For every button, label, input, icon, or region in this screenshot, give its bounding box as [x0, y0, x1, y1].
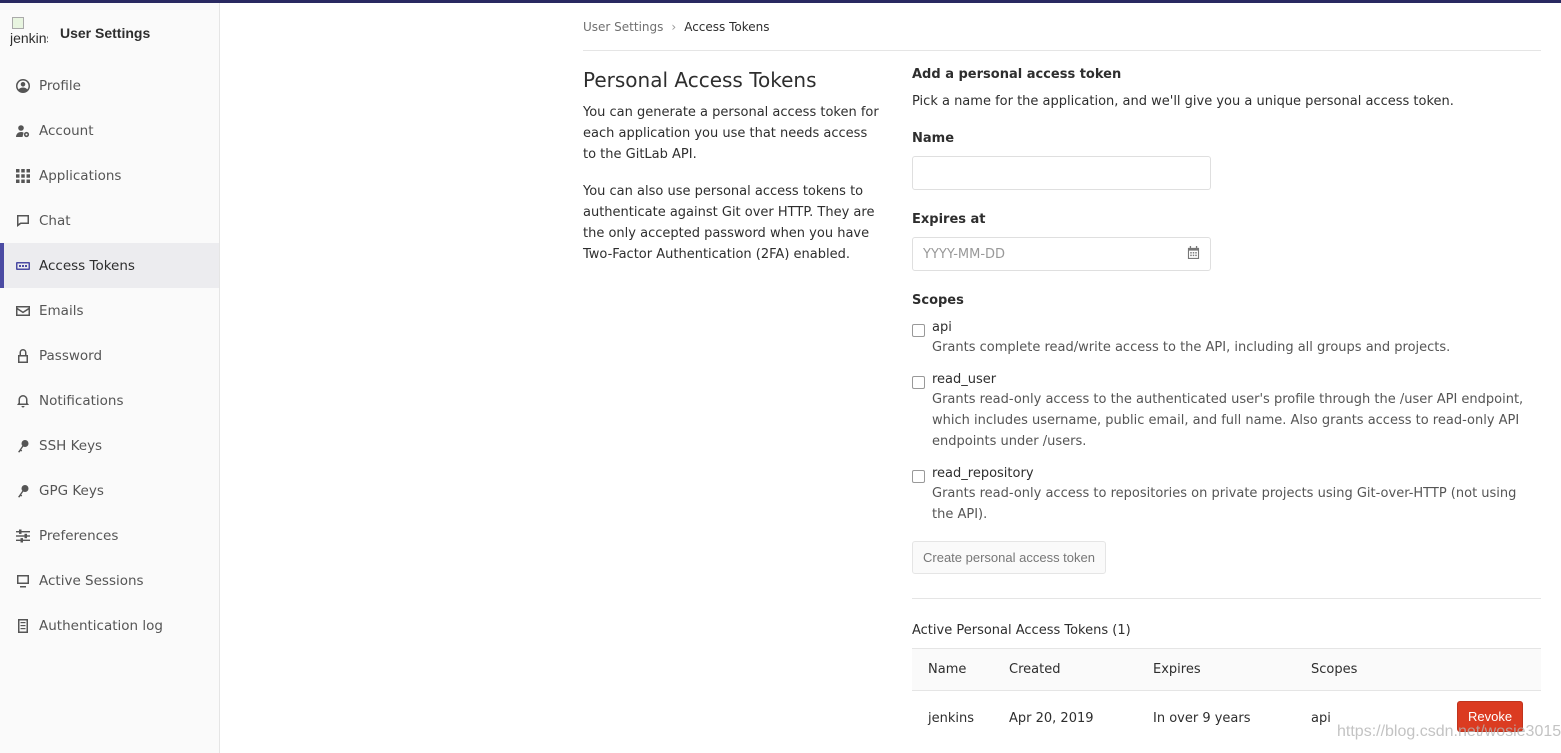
sliders-icon — [16, 529, 30, 543]
scope-read-repository-checkbox[interactable] — [912, 470, 925, 483]
watermark: https://blog.csdn.net/wosie3015 — [1337, 723, 1561, 740]
sidebar-item-gpg-keys[interactable]: GPG Keys — [0, 468, 219, 513]
sidebar-item-label: Emails — [39, 302, 84, 319]
scopes-label: Scopes — [912, 293, 964, 308]
scope-name[interactable]: read_repository — [932, 466, 1541, 481]
column-header-created: Created — [1009, 662, 1061, 677]
token-icon — [16, 259, 30, 273]
breadcrumb-current[interactable]: Access Tokens — [684, 20, 769, 34]
scope-api-checkbox[interactable] — [912, 324, 925, 337]
scope-read-user: read_user Grants read-only access to the… — [912, 372, 1541, 452]
avatar-alt-text: jenkins — [10, 30, 48, 46]
calendar-icon[interactable] — [1187, 245, 1200, 263]
column-header-scopes: Scopes — [1311, 662, 1358, 677]
sidebar-item-preferences[interactable]: Preferences — [0, 513, 219, 558]
sidebar-item-label: Password — [39, 347, 103, 364]
top-bar — [0, 0, 1561, 3]
sidebar-item-label: SSH Keys — [39, 437, 103, 454]
broken-image-icon — [12, 17, 24, 29]
key-icon — [16, 439, 30, 453]
grid-icon — [16, 168, 30, 183]
scope-description: Grants complete read/write access to the… — [932, 340, 1451, 355]
sidebar-item-label: Chat — [39, 212, 71, 229]
sidebar-item-label: Preferences — [39, 527, 119, 544]
sidebar-item-label: Authentication log — [39, 617, 163, 634]
sidebar-title[interactable]: User Settings — [60, 25, 150, 41]
name-label: Name — [912, 131, 955, 146]
sidebar-nav: Profile Account Applications Chat Access… — [0, 63, 219, 648]
sidebar-item-password[interactable]: Password — [0, 333, 219, 378]
chevron-right-icon: › — [671, 20, 677, 34]
avatar[interactable]: jenkins — [10, 15, 48, 51]
sidebar-item-applications[interactable]: Applications — [0, 153, 219, 198]
sidebar-item-label: Profile — [39, 77, 81, 94]
list-icon — [16, 618, 30, 633]
sidebar-item-label: Account — [39, 122, 94, 139]
expires-input[interactable]: YYYY-MM-DD — [912, 237, 1211, 271]
token-form-section: Add a personal access token Pick a name … — [912, 67, 1541, 745]
expires-input-placeholder: YYYY-MM-DD — [923, 246, 1006, 262]
scope-read-repository: read_repository Grants read-only access … — [912, 466, 1541, 525]
sidebar-item-label: Applications — [39, 167, 122, 184]
token-name: jenkins — [928, 710, 975, 726]
scope-read-user-checkbox[interactable] — [912, 376, 925, 389]
token-expires: In over 9 years — [1153, 710, 1251, 726]
sidebar-item-chat[interactable]: Chat — [0, 198, 219, 243]
token-created: Apr 20, 2019 — [1009, 710, 1094, 726]
key-icon — [16, 484, 30, 498]
sidebar-header: jenkins User Settings — [0, 3, 219, 63]
sidebar-item-notifications[interactable]: Notifications — [0, 378, 219, 423]
breadcrumb: User Settings › Access Tokens — [583, 20, 770, 34]
column-header-name: Name — [928, 662, 967, 677]
breadcrumb-parent[interactable]: User Settings — [583, 20, 663, 34]
form-title: Add a personal access token — [912, 67, 1122, 82]
sidebar-item-active-sessions[interactable]: Active Sessions — [0, 558, 219, 603]
name-input[interactable] — [912, 156, 1211, 190]
sidebar-item-label: GPG Keys — [39, 482, 104, 499]
user-circle-icon — [16, 78, 30, 93]
form-description: Pick a name for the application, and we'… — [912, 94, 1454, 109]
monitor-icon — [16, 574, 30, 588]
sidebar: jenkins User Settings Profile Account Ap… — [0, 3, 220, 753]
page-title: Personal Access Tokens — [583, 68, 817, 92]
sidebar-item-label: Active Sessions — [39, 572, 144, 589]
envelope-icon — [16, 304, 30, 318]
sidebar-item-label: Access Tokens — [39, 257, 135, 274]
sidebar-item-account[interactable]: Account — [0, 108, 219, 153]
bell-icon — [16, 394, 30, 408]
intro-paragraph-2: You can also use personal access tokens … — [583, 184, 875, 262]
lock-icon — [16, 348, 30, 363]
sidebar-item-label: Notifications — [39, 392, 124, 409]
scope-name[interactable]: api — [932, 320, 1450, 335]
scope-name[interactable]: read_user — [932, 372, 1541, 387]
sidebar-item-authentication-log[interactable]: Authentication log — [0, 603, 219, 648]
create-token-button[interactable]: Create personal access token — [912, 541, 1106, 574]
sidebar-item-ssh-keys[interactable]: SSH Keys — [0, 423, 219, 468]
table-header: Name Created Expires Scopes — [912, 649, 1541, 691]
sidebar-item-access-tokens[interactable]: Access Tokens — [0, 243, 219, 288]
intro-paragraph-1: You can generate a personal access token… — [583, 105, 879, 162]
section-divider — [912, 598, 1541, 599]
column-header-expires: Expires — [1153, 662, 1201, 677]
user-gear-icon — [16, 124, 30, 138]
active-tokens-title: Active Personal Access Tokens (1) — [912, 623, 1131, 638]
intro-section: Personal Access Tokens You can generate … — [583, 68, 883, 281]
sidebar-item-profile[interactable]: Profile — [0, 63, 219, 108]
expires-label: Expires at — [912, 212, 986, 227]
scope-api: api Grants complete read/write access to… — [912, 320, 1541, 358]
comment-icon — [16, 214, 30, 228]
scope-description: Grants read-only access to repositories … — [932, 486, 1517, 522]
breadcrumb-divider — [583, 50, 1541, 51]
scope-description: Grants read-only access to the authentic… — [932, 392, 1524, 449]
sidebar-item-emails[interactable]: Emails — [0, 288, 219, 333]
